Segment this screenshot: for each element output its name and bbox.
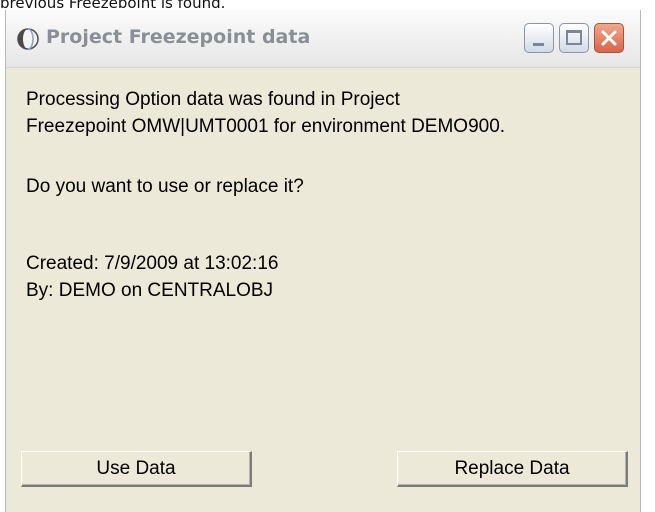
dialog-window: Project Freezepoint data Processing Opti… — [5, 10, 641, 512]
window-title: Project Freezepoint data — [46, 26, 311, 48]
replace-data-button[interactable]: Replace Data — [397, 451, 628, 487]
title-bar[interactable]: Project Freezepoint data — [6, 10, 640, 68]
maximize-icon — [566, 30, 582, 45]
minimize-button[interactable] — [524, 23, 554, 53]
created-text: Created: 7/9/2009 at 13:02:16 — [26, 253, 279, 274]
close-icon — [601, 30, 617, 46]
minimize-icon — [533, 43, 544, 46]
maximize-button[interactable] — [559, 23, 589, 53]
message-line-1: Processing Option data was found in Proj… — [26, 89, 400, 110]
use-data-button[interactable]: Use Data — [21, 451, 252, 487]
message-line-2: Freezepoint OMW|UMT0001 for environment … — [26, 116, 506, 137]
java-app-icon — [17, 28, 39, 50]
page-caption: previous Freezepoint is found. — [0, 0, 655, 8]
question-text: Do you want to use or replace it? — [26, 176, 304, 197]
close-button[interactable] — [594, 23, 624, 53]
created-by-text: By: DEMO on CENTRALOBJ — [26, 280, 274, 301]
